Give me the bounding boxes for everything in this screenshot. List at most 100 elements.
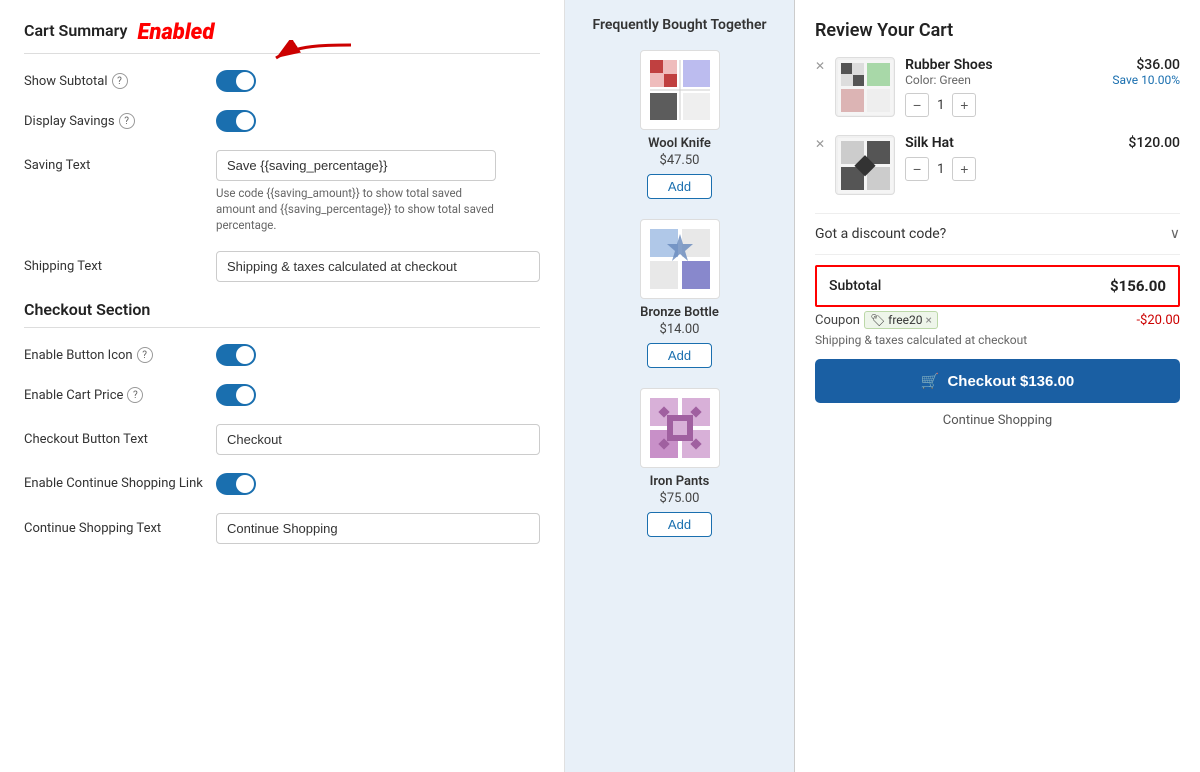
display-savings-help-icon[interactable]: ? bbox=[119, 113, 135, 129]
saving-text-field-col: Use code {{saving_amount}} to show total… bbox=[216, 150, 496, 233]
remove-rubber-shoes-button[interactable]: ✕ bbox=[815, 59, 825, 73]
product-image-wool-knife bbox=[640, 50, 720, 130]
saving-text-row: Saving Text Use code {{saving_amount}} t… bbox=[24, 150, 540, 233]
enable-cart-price-help[interactable]: ? bbox=[127, 387, 143, 403]
display-savings-toggle[interactable] bbox=[216, 110, 256, 132]
display-savings-label: Display Savings ? bbox=[24, 113, 204, 129]
enable-continue-shopping-knob bbox=[236, 475, 254, 493]
silk-hat-decrease-button[interactable]: − bbox=[905, 157, 929, 181]
shipping-text-input[interactable] bbox=[216, 251, 540, 282]
continue-shopping-text-label: Continue Shopping Text bbox=[24, 521, 204, 536]
show-subtotal-toggle[interactable] bbox=[216, 70, 256, 92]
checkout-cart-icon: 🛒 bbox=[921, 372, 940, 390]
red-arrow-icon bbox=[266, 40, 356, 70]
cart-item-rubber-shoes: ✕ Rubber Shoes Color: Green − 1 + $36.00 bbox=[815, 57, 1180, 117]
product-card-bronze-bottle: Bronze Bottle $14.00 Add bbox=[577, 219, 782, 368]
bronze-bottle-image-svg bbox=[645, 224, 715, 294]
saving-text-input[interactable] bbox=[216, 150, 496, 181]
rubber-shoes-qty: 1 bbox=[937, 98, 944, 113]
silk-hat-price-col: $120.00 bbox=[1128, 135, 1180, 151]
discount-code-row[interactable]: Got a discount code? ∨ bbox=[815, 213, 1180, 255]
cart-item-silk-hat: ✕ Silk Hat − 1 + $120.00 bbox=[815, 135, 1180, 195]
rubber-shoes-qty-control: − 1 + bbox=[905, 93, 1102, 117]
rubber-shoes-image bbox=[835, 57, 895, 117]
toggle-arrow-container bbox=[216, 70, 256, 92]
enable-button-icon-toggle[interactable] bbox=[216, 344, 256, 366]
iron-pants-name: Iron Pants bbox=[650, 474, 710, 489]
checkout-button-text-row: Checkout Button Text bbox=[24, 424, 540, 455]
wool-knife-add-button[interactable]: Add bbox=[647, 174, 712, 199]
silk-hat-qty: 1 bbox=[937, 162, 944, 177]
subtotal-box: Subtotal $156.00 bbox=[815, 265, 1180, 307]
discount-chevron-icon: ∨ bbox=[1170, 226, 1180, 242]
left-panel: Cart Summary Enabled Show Subtotal ? bbox=[0, 0, 565, 772]
coupon-info: Coupon 🏷 free20 × bbox=[815, 311, 938, 329]
enable-continue-shopping-toggle[interactable] bbox=[216, 473, 256, 495]
checkout-section-title: Checkout Section bbox=[24, 300, 540, 319]
coupon-discount: -$20.00 bbox=[1136, 313, 1180, 328]
subtotal-value: $156.00 bbox=[1110, 277, 1166, 295]
silk-hat-increase-button[interactable]: + bbox=[952, 157, 976, 181]
rubber-shoes-name: Rubber Shoes bbox=[905, 57, 1102, 73]
enable-cart-price-label: Enable Cart Price ? bbox=[24, 387, 204, 403]
section-divider-2 bbox=[24, 327, 540, 328]
rubber-shoes-sub: Color: Green bbox=[905, 73, 1102, 87]
iron-pants-price: $75.00 bbox=[660, 491, 700, 506]
wool-knife-name: Wool Knife bbox=[648, 136, 711, 151]
rubber-shoes-decrease-button[interactable]: − bbox=[905, 93, 929, 117]
coupon-tag-icon: 🏷 bbox=[870, 313, 885, 327]
show-subtotal-label: Show Subtotal ? bbox=[24, 73, 204, 89]
checkout-button[interactable]: 🛒 Checkout $136.00 bbox=[815, 359, 1180, 403]
product-image-iron-pants bbox=[640, 388, 720, 468]
continue-shopping-text-row: Continue Shopping Text bbox=[24, 513, 540, 544]
middle-panel: Frequently Bought Together Wool Knife $4… bbox=[565, 0, 795, 772]
product-card-iron-pants: Iron Pants $75.00 Add bbox=[577, 388, 782, 537]
enable-cart-price-toggle[interactable] bbox=[216, 384, 256, 406]
silk-hat-svg bbox=[838, 138, 893, 193]
enable-button-icon-help[interactable]: ? bbox=[137, 347, 153, 363]
remove-coupon-button[interactable]: × bbox=[926, 313, 932, 327]
rubber-shoes-price: $36.00 bbox=[1112, 57, 1180, 73]
cart-summary-title: Cart Summary bbox=[24, 21, 127, 40]
checkout-button-text-input[interactable] bbox=[216, 424, 540, 455]
silk-hat-name: Silk Hat bbox=[905, 135, 1118, 151]
bronze-bottle-name: Bronze Bottle bbox=[640, 305, 719, 320]
rubber-shoes-price-col: $36.00 Save 10.00% bbox=[1112, 57, 1180, 87]
rubber-shoes-increase-button[interactable]: + bbox=[952, 93, 976, 117]
silk-hat-image bbox=[835, 135, 895, 195]
rubber-shoes-details: Rubber Shoes Color: Green − 1 + bbox=[905, 57, 1102, 117]
bronze-bottle-price: $14.00 bbox=[660, 322, 700, 337]
iron-pants-add-button[interactable]: Add bbox=[647, 512, 712, 537]
iron-pants-image-svg bbox=[645, 393, 715, 463]
show-subtotal-help-icon[interactable]: ? bbox=[112, 73, 128, 89]
saving-text-hint: Use code {{saving_amount}} to show total… bbox=[216, 185, 496, 233]
enable-cart-price-row: Enable Cart Price ? bbox=[24, 384, 540, 406]
frequently-bought-title: Frequently Bought Together bbox=[577, 16, 782, 34]
enable-continue-shopping-label: Enable Continue Shopping Link bbox=[24, 475, 204, 493]
coupon-label: Coupon bbox=[815, 313, 860, 328]
show-subtotal-row: Show Subtotal ? bbox=[24, 70, 540, 92]
remove-silk-hat-button[interactable]: ✕ bbox=[815, 137, 825, 151]
right-panel: Review Your Cart ✕ Rubber Shoes Color: G… bbox=[795, 0, 1200, 772]
continue-shopping-text-input[interactable] bbox=[216, 513, 540, 544]
coupon-code: free20 bbox=[888, 313, 922, 327]
continue-shopping-link[interactable]: Continue Shopping bbox=[815, 413, 1180, 428]
enabled-badge: Enabled bbox=[137, 20, 214, 45]
shipping-text-label: Shipping Text bbox=[24, 259, 204, 274]
silk-hat-price: $120.00 bbox=[1128, 135, 1180, 151]
discount-label: Got a discount code? bbox=[815, 226, 946, 242]
rubber-shoes-save: Save 10.00% bbox=[1112, 73, 1180, 87]
product-card-wool-knife: Wool Knife $47.50 Add bbox=[577, 50, 782, 199]
coupon-tag: 🏷 free20 × bbox=[864, 311, 938, 329]
bronze-bottle-add-button[interactable]: Add bbox=[647, 343, 712, 368]
shipping-text-row: Shipping Text bbox=[24, 251, 540, 282]
saving-text-label: Saving Text bbox=[24, 150, 204, 173]
show-subtotal-toggle-knob bbox=[236, 72, 254, 90]
display-savings-row: Display Savings ? bbox=[24, 110, 540, 132]
silk-hat-details: Silk Hat − 1 + bbox=[905, 135, 1118, 181]
subtotal-label: Subtotal bbox=[829, 278, 881, 294]
rubber-shoes-svg bbox=[838, 60, 893, 115]
silk-hat-qty-control: − 1 + bbox=[905, 157, 1118, 181]
display-savings-toggle-knob bbox=[236, 112, 254, 130]
wool-knife-price: $47.50 bbox=[660, 153, 700, 168]
